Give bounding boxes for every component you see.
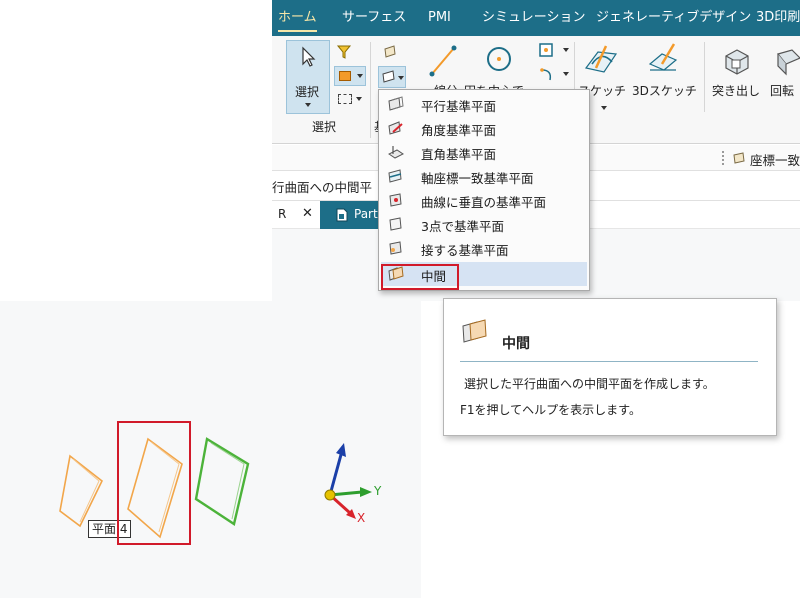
plane-icon xyxy=(382,70,395,83)
group-divider xyxy=(704,42,705,112)
command-tooltip: 中間 選択した平行曲面への中間平面を作成します。 F1を押してヘルプを表示します… xyxy=(443,298,777,436)
tooltip-title: 中間 xyxy=(502,336,530,352)
menu-item-label: 曲線に垂直の基準平面 xyxy=(421,195,547,210)
ribbon-tab-bar: ホーム サーフェス PMI シミュレーション ジェネレーティブデザイン 3D印刷 xyxy=(272,0,800,36)
parallel-plane-icon xyxy=(388,96,404,111)
middle-plane-highlight-box xyxy=(117,421,191,545)
green-plane[interactable] xyxy=(194,437,250,526)
menu-item-label: 3点で基準平面 xyxy=(421,219,504,234)
close-icon[interactable]: ✕ xyxy=(302,206,313,221)
rectangle-point-icon[interactable] xyxy=(538,42,556,58)
chevron-down-icon[interactable] xyxy=(563,48,569,52)
plane-dropdown-menu: 平行基準平面 角度基準平面 直角基準平面 軸座標一致基準平面 曲線に垂直の基準平… xyxy=(378,89,590,291)
tab-pmi[interactable]: PMI xyxy=(428,0,451,36)
select-part-icon xyxy=(339,71,351,81)
tab-simulation[interactable]: シミュレーション xyxy=(482,0,585,36)
angle-plane-icon xyxy=(388,121,403,135)
menu-item-three-point-plane[interactable]: 3点で基準平面 xyxy=(381,212,587,236)
3d-sketch-tool-label[interactable]: 3Dスケッチ xyxy=(632,82,697,99)
line-icon[interactable] xyxy=(428,44,458,78)
chevron-down-icon xyxy=(601,106,607,110)
menu-item-label: 接する基準平面 xyxy=(421,243,509,258)
tab-home[interactable]: ホーム xyxy=(278,0,317,36)
circle-center-icon[interactable] xyxy=(484,44,514,74)
sketch-icon[interactable] xyxy=(584,42,618,78)
part-document-icon xyxy=(336,208,348,222)
axis-y-label: Y xyxy=(374,484,382,498)
perpendicular-plane-icon xyxy=(388,146,404,159)
normal-to-curve-plane-icon xyxy=(389,193,402,207)
menu-item-label: 直角基準平面 xyxy=(421,147,497,162)
doc-tab-label: R xyxy=(278,207,287,221)
mid-plane-menu-highlight-box xyxy=(381,264,459,290)
chevron-down-icon xyxy=(357,74,363,78)
select-group-label: 選択 xyxy=(312,120,337,134)
box-select-button[interactable] xyxy=(334,90,366,110)
select-button-label: 選択 xyxy=(295,85,320,99)
menu-item-perpendicular-plane[interactable]: 直角基準平面 xyxy=(381,140,587,164)
3d-viewport[interactable]: Y X 平面 4 xyxy=(0,301,421,598)
3d-sketch-icon[interactable] xyxy=(646,42,680,78)
command-hint-text: 行曲面への中間平 xyxy=(272,180,373,195)
tab-surface[interactable]: サーフェス xyxy=(342,0,406,36)
menu-item-label: 平行基準平面 xyxy=(421,99,497,114)
extrude-icon[interactable] xyxy=(722,46,752,76)
selection-filter-button[interactable] xyxy=(334,66,366,86)
plane-dropdown-button[interactable] xyxy=(378,66,406,88)
axis-x-label: X xyxy=(357,511,366,525)
menu-item-axis-coincident-plane[interactable]: 軸座標一致基準平面 xyxy=(381,164,587,188)
axis-triad xyxy=(324,443,372,519)
mid-plane-icon xyxy=(462,319,487,343)
tooltip-divider xyxy=(460,361,758,362)
tooltip-help-hint: F1を押してヘルプを表示します。 xyxy=(460,403,641,417)
chevron-down-icon xyxy=(305,103,311,107)
tab-3d-print[interactable]: 3D印刷 xyxy=(756,0,800,36)
menu-item-parallel-plane[interactable]: 平行基準平面 xyxy=(381,92,587,116)
plane-icon[interactable] xyxy=(382,44,398,60)
axis-coincident-plane-icon xyxy=(388,169,402,183)
doc-tab-part[interactable]: Part xyxy=(320,201,382,229)
chevron-down-icon xyxy=(356,97,362,101)
dashed-rectangle-icon xyxy=(338,94,352,104)
arc-icon[interactable] xyxy=(538,66,556,82)
tangent-plane-icon xyxy=(389,241,402,255)
plane-icon xyxy=(733,152,745,164)
extrude-tool-label[interactable]: 突き出し xyxy=(712,82,760,99)
grip-handle-icon xyxy=(722,151,724,165)
orange-plane-left[interactable] xyxy=(59,454,104,528)
doc-tab-previous[interactable]: R ✕ xyxy=(272,201,318,229)
coord-match-label: 座標一致 xyxy=(750,153,800,168)
menu-item-normal-to-curve-plane[interactable]: 曲線に垂直の基準平面 xyxy=(381,188,587,212)
chevron-down-icon[interactable] xyxy=(563,72,569,76)
select-button[interactable]: 選択 xyxy=(286,40,330,114)
cursor-arrow-icon xyxy=(302,46,316,67)
chevron-down-icon xyxy=(398,76,404,80)
group-divider xyxy=(370,42,371,138)
menu-item-angle-plane[interactable]: 角度基準平面 xyxy=(381,116,587,140)
revolve-tool-label[interactable]: 回転 xyxy=(770,82,794,99)
three-point-plane-icon xyxy=(389,217,402,231)
tooltip-description: 選択した平行曲面への中間平面を作成します。 xyxy=(464,377,715,391)
funnel-filter-icon[interactable] xyxy=(336,44,352,60)
menu-item-label: 軸座標一致基準平面 xyxy=(421,171,534,186)
menu-item-label: 角度基準平面 xyxy=(421,123,497,138)
menu-item-tangent-plane[interactable]: 接する基準平面 xyxy=(381,236,587,260)
doc-tab-label: Part xyxy=(354,207,378,221)
revolve-icon[interactable] xyxy=(772,46,800,76)
viewport-graphics xyxy=(59,437,372,539)
tab-generative-design[interactable]: ジェネレーティブデザイン xyxy=(596,0,751,36)
